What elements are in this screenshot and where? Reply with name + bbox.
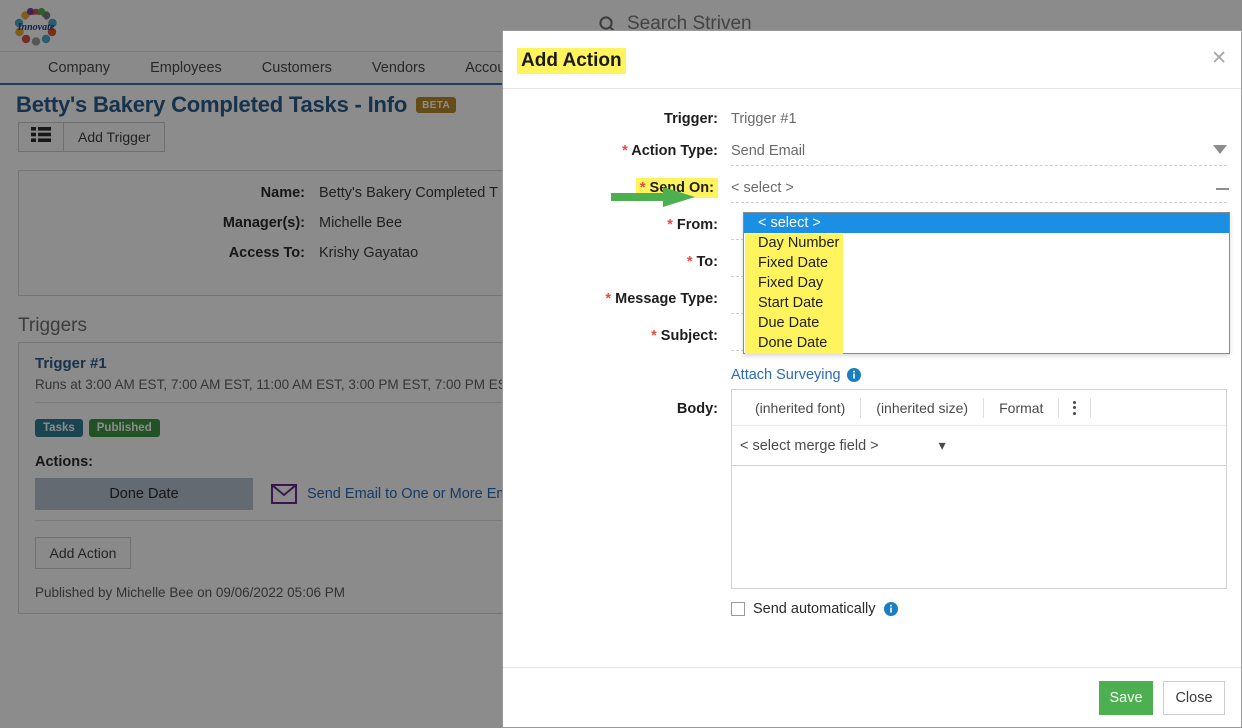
required-asterisk: * bbox=[622, 143, 628, 159]
field-label-body-text: Body: bbox=[676, 401, 718, 417]
field-value-trigger-wrap: Trigger #1 bbox=[731, 111, 1241, 133]
editor-format-button[interactable]: Format bbox=[984, 401, 1058, 415]
dropdown-option-fixed-date[interactable]: Fixed Date bbox=[744, 253, 1229, 273]
collapse-icon[interactable] bbox=[1216, 188, 1229, 190]
chevron-down-icon[interactable]: ▾ bbox=[939, 437, 946, 454]
field-label-to: * To: bbox=[503, 254, 731, 270]
dropdown-option-start-date[interactable]: Start Date bbox=[744, 293, 1229, 313]
field-label-to-text: To: bbox=[696, 254, 718, 270]
kebab-menu-icon[interactable] bbox=[1059, 400, 1090, 415]
field-label-from: * From: bbox=[503, 217, 731, 233]
chevron-down-icon[interactable] bbox=[1213, 145, 1227, 154]
close-button[interactable]: Close bbox=[1163, 680, 1225, 715]
close-icon[interactable]: ✕ bbox=[1211, 49, 1227, 68]
field-label-trigger-text: Trigger: bbox=[664, 111, 718, 127]
field-row-action-type: * Action Type: Send Email bbox=[503, 143, 1241, 166]
modal-title: Add Action bbox=[517, 48, 626, 74]
field-label-body: Body: bbox=[503, 389, 731, 417]
modal-body: Trigger: Trigger #1 * Action Type: Send … bbox=[503, 89, 1241, 667]
send-on-value: < select > bbox=[731, 180, 1227, 203]
field-label-action-type: * Action Type: bbox=[503, 143, 731, 159]
send-on-select[interactable]: < select > bbox=[731, 180, 1241, 203]
save-button[interactable]: Save bbox=[1099, 680, 1153, 715]
send-automatically-wrap: Send automatically bbox=[731, 601, 1241, 617]
attach-surveying-link[interactable]: Attach Surveying bbox=[731, 367, 1227, 383]
info-icon[interactable] bbox=[883, 602, 898, 616]
editor-font-select[interactable]: (inherited font) bbox=[740, 401, 860, 415]
send-on-dropdown-list[interactable]: < select > Day Number Fixed Date Fixed D… bbox=[743, 212, 1230, 354]
modal-footer: Save Close bbox=[503, 667, 1241, 727]
dropdown-option-done-date[interactable]: Done Date bbox=[744, 333, 1229, 353]
body-editor-wrap: (inherited font) (inherited size) Format… bbox=[731, 389, 1241, 589]
modal-header: Add Action ✕ bbox=[503, 31, 1241, 89]
editor-content-area[interactable] bbox=[732, 466, 1226, 588]
attach-surveying-row: Attach Surveying bbox=[503, 367, 1241, 383]
required-asterisk: * bbox=[651, 328, 657, 344]
merge-field-select[interactable]: < select merge field > ▾ bbox=[732, 426, 1226, 466]
add-action-modal: Add Action ✕ Trigger: Trigger #1 * Actio… bbox=[502, 30, 1242, 728]
rich-text-editor: (inherited font) (inherited size) Format… bbox=[731, 389, 1227, 589]
attach-surveying-wrap: Attach Surveying bbox=[731, 367, 1241, 383]
send-automatically-label: Send automatically bbox=[753, 601, 876, 617]
field-label-message-type-text: Message Type: bbox=[615, 291, 718, 307]
field-label-from-text: From: bbox=[676, 217, 718, 233]
field-value-trigger: Trigger #1 bbox=[731, 111, 797, 127]
required-asterisk: * bbox=[667, 217, 673, 233]
dropdown-option-select[interactable]: < select > bbox=[744, 213, 1229, 233]
editor-toolbar: (inherited font) (inherited size) Format bbox=[732, 390, 1226, 426]
field-label-subject: * Subject: bbox=[503, 328, 731, 344]
required-asterisk: * bbox=[686, 254, 693, 270]
field-label-message-type: * Message Type: bbox=[503, 291, 731, 307]
editor-size-select[interactable]: (inherited size) bbox=[861, 401, 983, 415]
dropdown-option-day-number[interactable]: Day Number bbox=[744, 233, 1229, 253]
field-label-subject-text: Subject: bbox=[660, 328, 718, 344]
send-automatically-row: Send automatically bbox=[503, 601, 1241, 617]
merge-field-label: < select merge field > bbox=[740, 437, 879, 454]
dropdown-option-due-date[interactable]: Due Date bbox=[744, 313, 1229, 333]
required-asterisk: * bbox=[605, 291, 612, 307]
field-row-trigger: Trigger: Trigger #1 bbox=[503, 111, 1241, 133]
field-label-trigger: Trigger: bbox=[503, 111, 731, 127]
action-type-value: Send Email bbox=[731, 143, 1227, 166]
toolbar-separator bbox=[1090, 397, 1092, 418]
annotation-arrow-icon bbox=[611, 187, 695, 207]
field-label-action-type-text: Action Type: bbox=[631, 143, 718, 159]
field-row-body: Body: (inherited font) (inherited size) … bbox=[503, 389, 1241, 589]
attach-surveying-label: Attach Surveying bbox=[731, 367, 841, 383]
info-icon[interactable] bbox=[846, 368, 861, 382]
action-type-select[interactable]: Send Email bbox=[731, 143, 1241, 166]
send-automatically-checkbox-row[interactable]: Send automatically bbox=[731, 601, 1227, 617]
send-automatically-checkbox[interactable] bbox=[731, 602, 745, 616]
dropdown-option-fixed-day[interactable]: Fixed Day bbox=[744, 273, 1229, 293]
